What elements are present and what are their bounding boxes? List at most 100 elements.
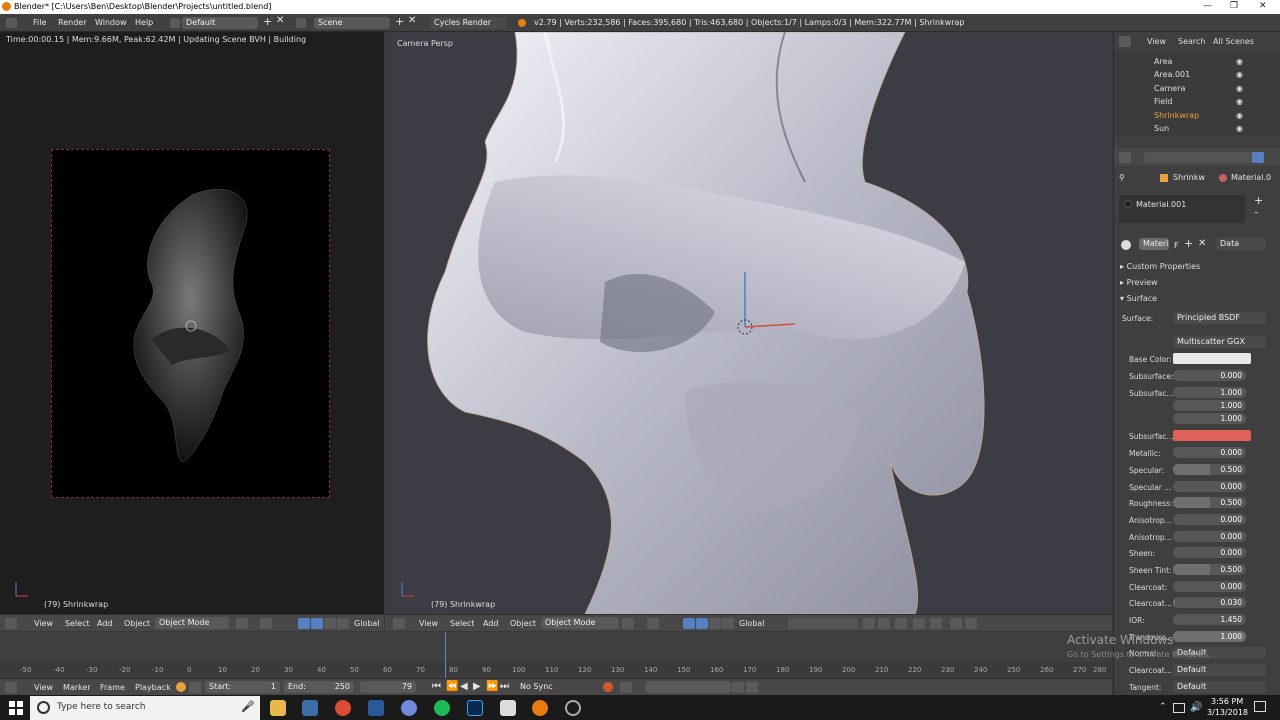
snap-target-icon[interactable]: [930, 618, 942, 629]
unlink-material-icon[interactable]: ✕: [1198, 238, 1206, 249]
render-rotate-icon[interactable]: [324, 618, 336, 629]
visibility-eye-icon[interactable]: ◉: [1236, 70, 1243, 79]
render-orientation-dropdown[interactable]: Global: [354, 619, 380, 628]
tangent-dropdown[interactable]: Default: [1173, 681, 1266, 693]
spotify-icon[interactable]: [434, 700, 450, 716]
outliner-tab-search[interactable]: Search: [1178, 37, 1205, 46]
render-translate-icon[interactable]: [311, 618, 323, 629]
outliner-item-area[interactable]: Area: [1154, 57, 1172, 66]
material-tab-icon[interactable]: [1252, 152, 1264, 163]
param-subsurface-slider[interactable]: 0.000: [1173, 370, 1246, 381]
outliner-editor-type-icon[interactable]: [1119, 36, 1131, 47]
menu-render[interactable]: Render: [58, 18, 86, 27]
3d-viewport[interactable]: [385, 32, 1112, 614]
pin-icon[interactable]: ⚲: [1119, 173, 1125, 182]
viewport-mode-dropdown[interactable]: Object Mode: [541, 617, 619, 629]
viewport-pivot-icon[interactable]: [647, 618, 659, 629]
viewport-menu-select[interactable]: Select: [450, 619, 475, 628]
visibility-eye-icon[interactable]: ◉: [1236, 97, 1243, 106]
volume-icon[interactable]: 🔊: [1190, 702, 1202, 713]
store-icon[interactable]: [302, 700, 318, 716]
viewport-menu-object[interactable]: Object: [510, 619, 536, 628]
new-material-icon[interactable]: +: [1184, 237, 1193, 250]
render-menu-add[interactable]: Add: [97, 619, 113, 628]
render-mode-dropdown[interactable]: Object Mode: [155, 617, 229, 629]
viewport-scale-icon[interactable]: [722, 618, 734, 629]
clearcoat-normal-dropdown[interactable]: Default: [1173, 664, 1266, 676]
chrome-icon[interactable]: [335, 700, 351, 716]
insert-keyframe-icon[interactable]: [732, 682, 744, 693]
param-clearcoat-roughness-slider[interactable]: 0.030: [1173, 597, 1246, 608]
breadcrumb-material[interactable]: Material.0: [1231, 173, 1271, 182]
add-layout-icon[interactable]: +: [263, 15, 272, 28]
opengl-anim-icon[interactable]: [965, 618, 977, 629]
render-menu-view[interactable]: View: [34, 619, 53, 628]
render-manipulator-icon[interactable]: [298, 618, 310, 629]
section-custom-properties[interactable]: ▸ Custom Properties: [1120, 262, 1200, 271]
viewport-shading-icon[interactable]: [622, 618, 634, 629]
jump-key-back-icon[interactable]: ⏪: [446, 681, 458, 692]
visibility-eye-icon[interactable]: ◉: [1236, 111, 1243, 120]
clock-date[interactable]: 3/13/2018: [1207, 708, 1248, 717]
taskbar-search-box[interactable]: Type here to search 🎤: [30, 696, 260, 720]
material-name-field[interactable]: Materia: [1139, 238, 1169, 250]
link-data-dropdown[interactable]: Data: [1216, 238, 1266, 250]
menu-help[interactable]: Help: [135, 18, 153, 27]
outliner-item-sun[interactable]: Sun: [1154, 124, 1169, 133]
play-icon[interactable]: ▶: [473, 681, 481, 692]
render-shading-icon[interactable]: [236, 618, 248, 629]
remove-scene-icon[interactable]: ✕: [408, 15, 416, 26]
visibility-eye-icon[interactable]: ◉: [1236, 124, 1243, 133]
timeline-menu-view[interactable]: View: [34, 683, 53, 692]
remove-slot-icon[interactable]: –: [1254, 208, 1259, 218]
viewport-translate-icon[interactable]: [696, 618, 708, 629]
viewport-editor-type-icon[interactable]: [393, 618, 405, 629]
record-icon[interactable]: [176, 682, 186, 692]
close-icon[interactable]: ✕: [1259, 1, 1267, 11]
param-ior-slider[interactable]: 1.450: [1173, 614, 1246, 625]
opengl-render-icon[interactable]: [950, 618, 962, 629]
timeline[interactable]: -50 -40 -30 -20 -10 0 10 20 30 40 50 60 …: [0, 632, 1112, 678]
render-menu-object[interactable]: Object: [124, 619, 150, 628]
outliner-item-field[interactable]: Field: [1154, 97, 1172, 106]
subsurface-radius-z-field[interactable]: 1.000: [1173, 413, 1246, 424]
scene-field[interactable]: Scene: [314, 17, 390, 29]
jump-end-icon[interactable]: ⏭: [500, 681, 509, 692]
base-color-swatch[interactable]: [1173, 353, 1251, 364]
param-roughness-slider[interactable]: 0.500: [1173, 497, 1246, 508]
scene-icon[interactable]: [296, 18, 306, 28]
render-engine-dropdown[interactable]: Cycles Render: [430, 17, 506, 29]
keying-set-field[interactable]: [645, 681, 731, 693]
windows-start-icon[interactable]: [9, 701, 23, 715]
discord-icon[interactable]: [401, 700, 417, 716]
clock-time[interactable]: 3:56 PM: [1211, 697, 1243, 706]
render-menu-select[interactable]: Select: [65, 619, 90, 628]
lock-range-icon[interactable]: [189, 682, 201, 693]
section-preview[interactable]: ▸ Preview: [1120, 278, 1158, 287]
properties-editor-type-icon[interactable]: [1119, 152, 1131, 163]
param-anisotropic-slider[interactable]: 0.000: [1173, 514, 1246, 525]
timeline-menu-playback[interactable]: Playback: [135, 683, 171, 692]
notifications-icon[interactable]: [1254, 701, 1266, 712]
start-frame-field[interactable]: Start: 1: [205, 681, 280, 693]
menu-file[interactable]: File: [33, 18, 46, 27]
jump-key-forward-icon[interactable]: ⏩: [486, 681, 498, 692]
add-scene-icon[interactable]: +: [395, 15, 404, 28]
param-sheen-slider[interactable]: 0.000: [1173, 547, 1246, 558]
auto-keying-icon[interactable]: [603, 682, 613, 692]
current-frame-field[interactable]: 79: [360, 681, 416, 693]
editor-type-icon[interactable]: [6, 18, 17, 28]
layout-icon[interactable]: [170, 18, 180, 28]
outliner-item-area-001[interactable]: Area.001: [1154, 70, 1190, 79]
outliner-tab-all-scenes[interactable]: All Scenes: [1213, 37, 1254, 46]
render-scale-icon[interactable]: [337, 618, 349, 629]
param-specular-slider[interactable]: 0.500: [1173, 464, 1246, 475]
param-sheen-tint-slider[interactable]: 0.500: [1173, 564, 1246, 575]
maximize-icon[interactable]: ❐: [1230, 1, 1238, 11]
distribution-dropdown[interactable]: Multiscatter GGX: [1173, 336, 1266, 348]
jump-start-icon[interactable]: ⏮: [432, 681, 441, 692]
param-anisotropic-rotation-slider[interactable]: 0.000: [1173, 531, 1246, 542]
blender-taskbar-icon[interactable]: [532, 700, 548, 716]
visibility-eye-icon[interactable]: ◉: [1236, 84, 1243, 93]
section-surface[interactable]: ▾ Surface: [1120, 294, 1157, 303]
